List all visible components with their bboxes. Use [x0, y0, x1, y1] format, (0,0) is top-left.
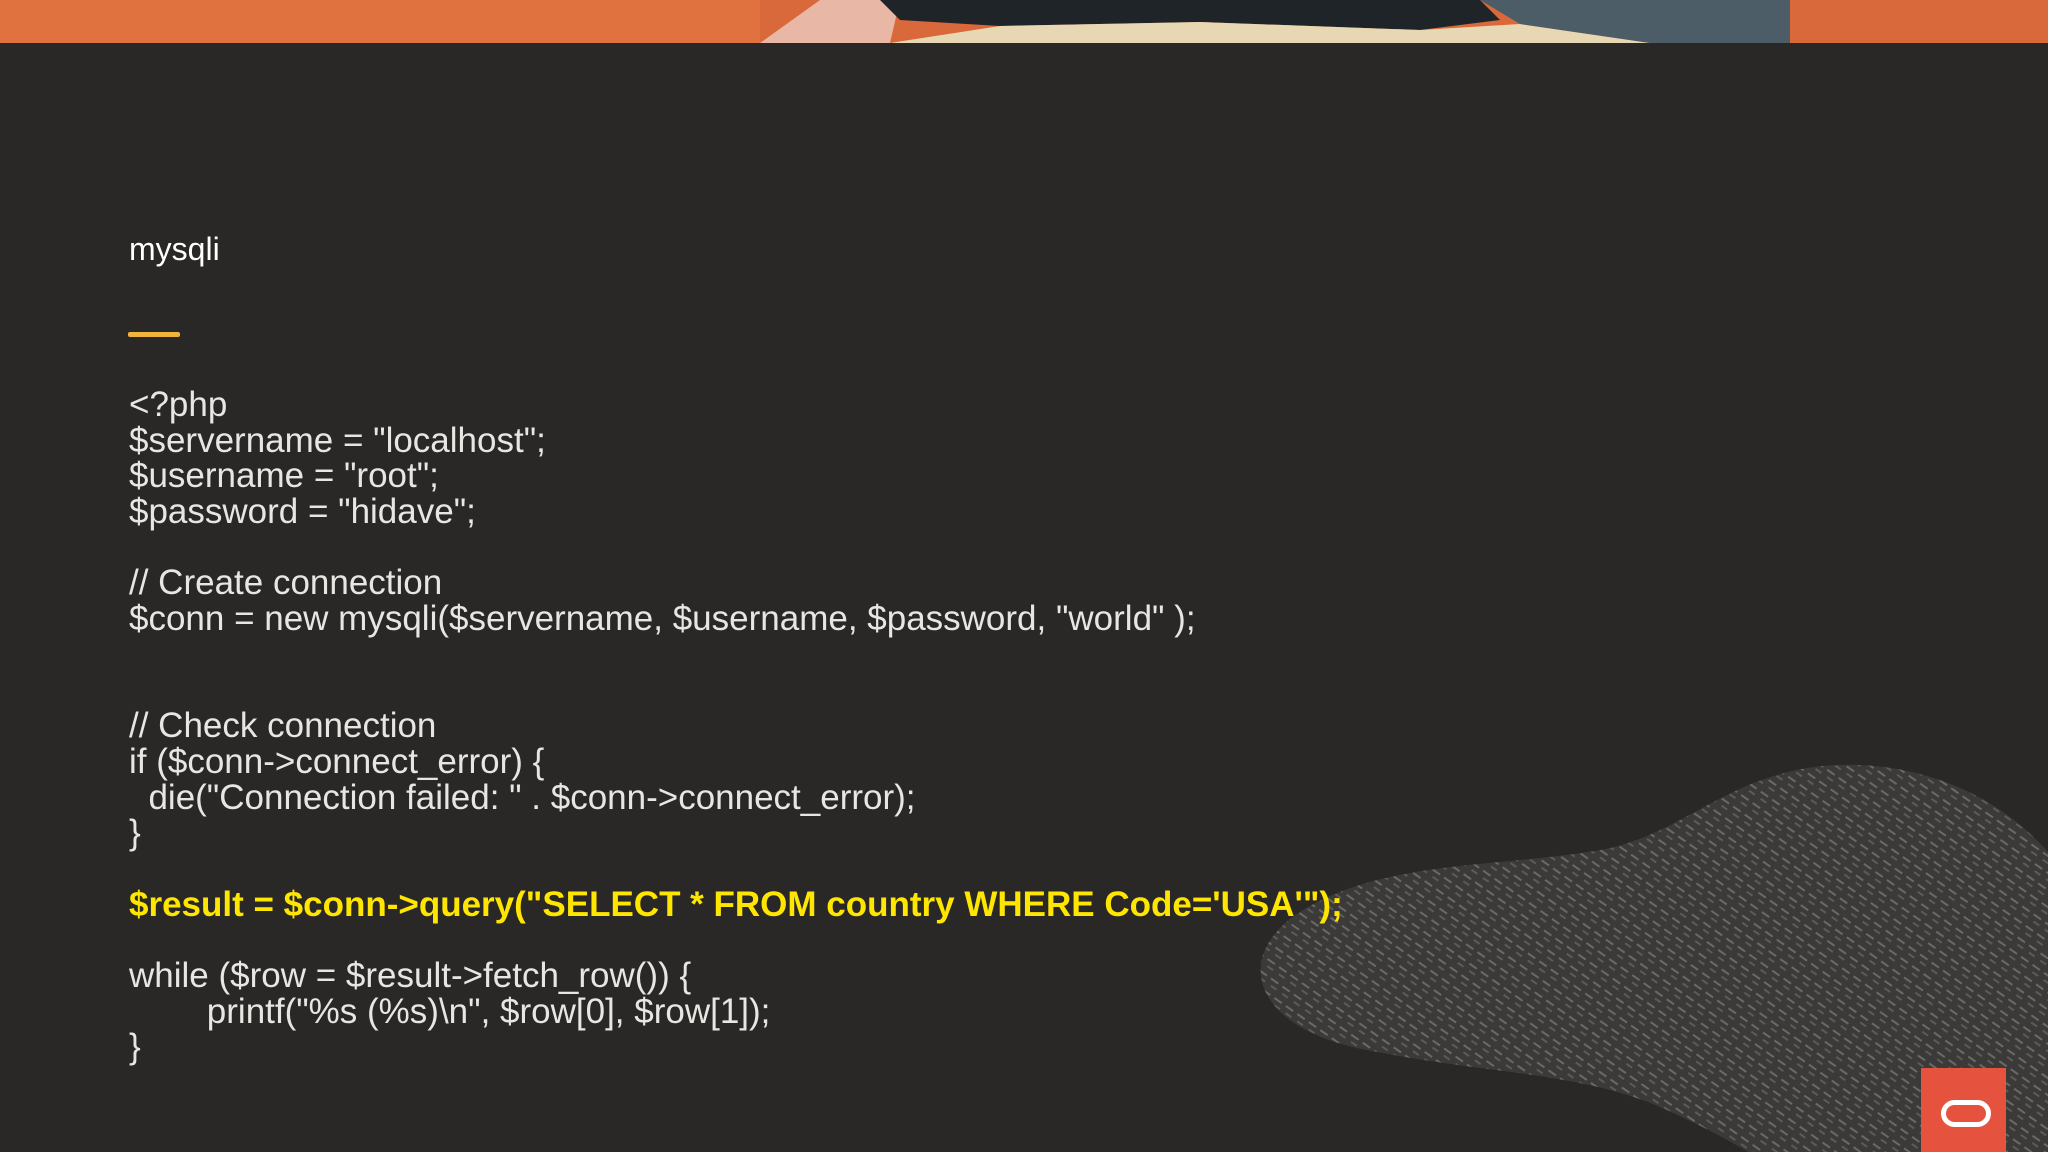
code-line: // Create connection: [129, 563, 443, 603]
code-line: while ($row = $result->fetch_row()) {: [129, 956, 692, 995]
code-line-highlighted: $result = $conn->query("SELECT * FROM co…: [129, 884, 1343, 924]
code-block: <?php $servername = "localhost"; $username…: [129, 387, 1343, 1065]
code-line: }: [129, 1027, 141, 1067]
title-accent-bar: [128, 332, 180, 337]
header-banner-art: [0, 0, 2048, 43]
code-line: printf("%s (%s)\n", $row[0], $row[1]);: [129, 991, 771, 1031]
oracle-logo-icon: [1941, 1100, 1991, 1127]
code-line: }: [129, 813, 141, 853]
slide-title: mysqli: [129, 231, 220, 267]
code-line: // Check connection: [129, 706, 437, 746]
code-line: <?php: [129, 385, 228, 424]
code-line: $servername = "localhost";: [129, 420, 546, 460]
code-line: die("Connection failed: " . $conn->conne…: [129, 777, 916, 817]
code-line: $conn = new mysqli($servername, $usernam…: [129, 599, 1196, 639]
code-line: $password = "hidave";: [129, 492, 476, 532]
oracle-logo-button[interactable]: [1921, 1068, 2006, 1152]
code-line: if ($conn->connect_error) {: [129, 741, 545, 781]
code-line: $username = "root";: [129, 456, 439, 496]
